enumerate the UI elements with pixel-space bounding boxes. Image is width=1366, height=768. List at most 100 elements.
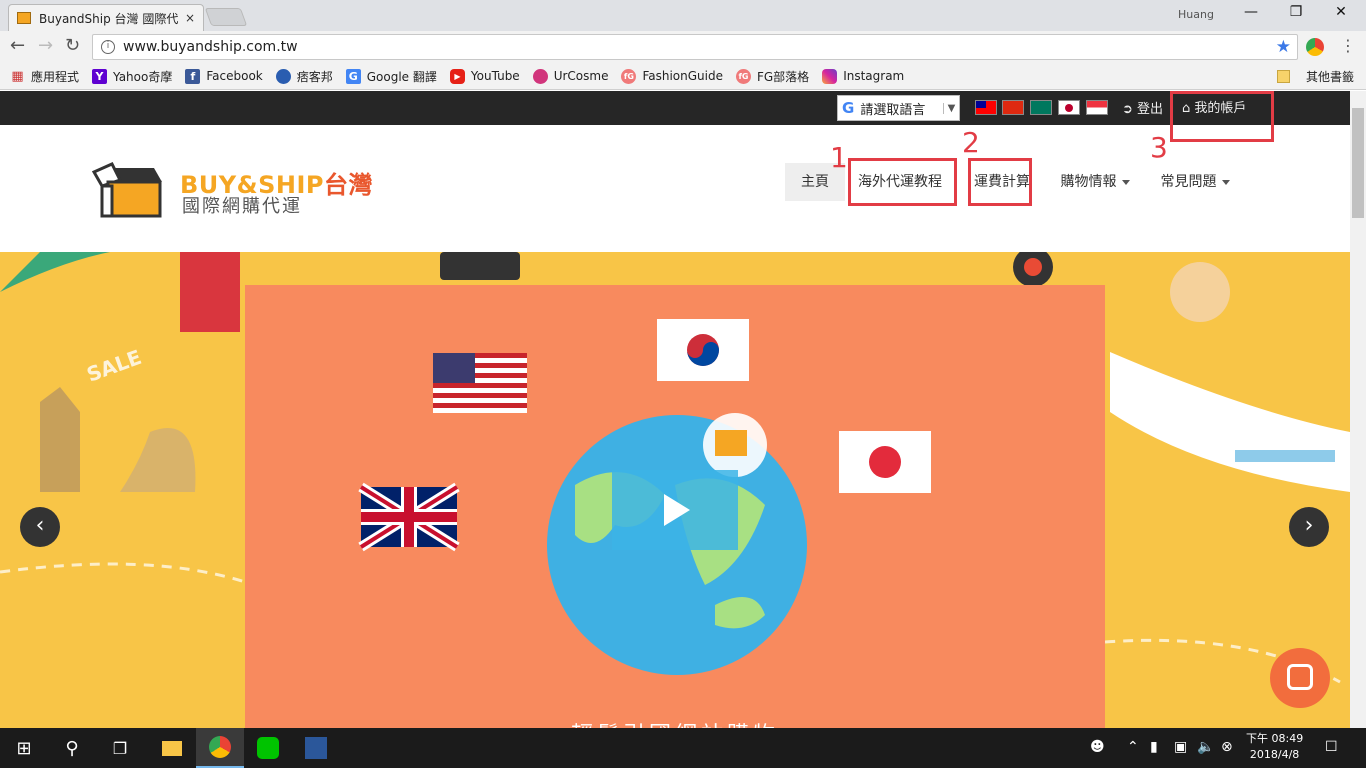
logout-icon: ➲ [1122, 102, 1133, 117]
bookmark-star-icon[interactable]: ★ [1276, 37, 1291, 57]
clock-time: 下午 08:49 [1246, 732, 1304, 745]
box-logo-icon[interactable] [92, 160, 164, 220]
ime-icon[interactable]: ⊗ [1221, 739, 1233, 755]
web-page: G 請選取語言 ▼ ➲ 登出 ⌂ 我的帳戶 BUY&SHIP台灣 國際網購代運 … [0, 91, 1350, 728]
bookmark-pixnet[interactable]: 痞客邦 [275, 68, 333, 85]
japan-flag-icon [839, 431, 931, 493]
play-button[interactable] [612, 470, 738, 550]
fashionguide-icon: fG [621, 68, 637, 84]
nav-faq[interactable]: 常見問題 [1152, 163, 1238, 201]
volume-icon[interactable]: 🔈 [1197, 739, 1214, 755]
bookmark-fashionguide[interactable]: fG FashionGuide [621, 68, 723, 84]
youtube-icon: ▶ [449, 68, 465, 84]
uk-flag-icon [358, 482, 460, 552]
carousel-next-button[interactable]: › [1289, 507, 1329, 547]
nav-label: 常見問題 [1160, 174, 1217, 190]
browser-tab[interactable]: BuyandShip 台灣 國際代 × [8, 4, 204, 31]
dropdown-arrow-icon: ▼ [943, 102, 959, 114]
battery-icon[interactable]: ▮ [1150, 739, 1158, 755]
bookmark-instagram[interactable]: Instagram [822, 68, 905, 84]
task-view-button[interactable]: ❐ [96, 728, 144, 768]
browser-toolbar: ← → ↻ i www.buyandship.com.tw ★ ⋮ [0, 31, 1366, 63]
pixnet-icon [275, 68, 291, 84]
korea-flag-icon [657, 319, 749, 381]
caret-down-icon [1221, 179, 1230, 185]
chevron-left-icon: ‹ [35, 513, 45, 538]
new-tab-button[interactable] [204, 8, 248, 26]
logout-label: 登出 [1137, 102, 1164, 117]
file-explorer-button[interactable] [148, 728, 196, 768]
search-button[interactable]: ⚲ [48, 728, 96, 768]
other-bookmarks[interactable]: 其他書籤 [1276, 68, 1354, 85]
japan-flag-icon[interactable] [1058, 100, 1080, 115]
yahoo-icon: Y [92, 68, 108, 84]
task-view-icon: ❐ [112, 738, 128, 758]
chrome-taskbar-button[interactable] [196, 728, 244, 768]
chevron-up-icon[interactable]: ⌃ [1127, 739, 1139, 755]
window-close-icon[interactable]: ✕ [1326, 4, 1356, 24]
singapore-flag-icon[interactable] [1086, 100, 1108, 115]
back-arrow-icon[interactable]: ← [10, 37, 25, 55]
hero-video[interactable]: 輕鬆引國網站購物 [245, 285, 1105, 728]
url-text[interactable]: www.buyandship.com.tw [123, 39, 1276, 55]
chat-icon [1287, 664, 1313, 690]
hong-kong-flag-icon[interactable] [1002, 100, 1024, 115]
line-app-button[interactable] [244, 728, 292, 768]
start-button[interactable]: ⊞ [0, 728, 48, 768]
other-bookmarks-label: 其他書籤 [1305, 70, 1354, 84]
extension-icon[interactable] [1306, 38, 1324, 56]
play-icon [664, 494, 690, 526]
minimize-icon[interactable]: — [1236, 4, 1266, 24]
bookmark-google-translate[interactable]: G Google 翻譯 [345, 68, 437, 85]
brand-region-text: 台灣 [323, 171, 373, 199]
bookmark-urcosme[interactable]: UrCosme [532, 68, 608, 84]
annotation-number-1: 1 [830, 141, 848, 174]
macau-flag-icon[interactable] [1030, 100, 1052, 115]
menu-kebab-icon[interactable]: ⋮ [1340, 37, 1356, 55]
bookmark-label: Facebook [206, 69, 263, 83]
restore-icon[interactable]: ❐ [1281, 4, 1311, 24]
reload-icon[interactable]: ↻ [65, 37, 80, 55]
bookmark-yahoo[interactable]: Y Yahoo奇摩 [92, 68, 172, 85]
annotation-number-2: 2 [962, 126, 980, 159]
bookmark-label: Instagram [843, 69, 905, 83]
nav-label: 購物情報 [1060, 174, 1117, 190]
nav-shopping-news[interactable]: 購物情報 [1052, 163, 1138, 201]
bookmark-facebook[interactable]: f Facebook [185, 68, 263, 84]
address-bar[interactable]: i www.buyandship.com.tw ★ [92, 34, 1298, 60]
bookmark-apps[interactable]: ▦ 應用程式 [10, 68, 79, 85]
line-icon [257, 737, 279, 759]
notification-icon[interactable]: ☐ [1325, 739, 1338, 755]
forward-arrow-icon[interactable]: → [38, 37, 53, 55]
clock-date: 2018/4/8 [1249, 748, 1300, 761]
folder-icon [162, 740, 182, 756]
language-select[interactable]: G 請選取語言 ▼ [837, 95, 960, 121]
google-translate-icon: G [345, 68, 361, 84]
logout-link[interactable]: ➲ 登出 [1122, 98, 1163, 117]
box-icon [17, 12, 31, 24]
instagram-icon [822, 68, 838, 84]
bookmark-label: Google 翻譯 [366, 69, 437, 84]
network-icon[interactable]: ▣ [1174, 739, 1187, 755]
usa-flag-icon [433, 353, 527, 413]
profile-name[interactable]: Huang [1178, 8, 1214, 21]
tab-close-icon[interactable]: × [185, 11, 195, 25]
hero-caption: 輕鬆引國網站購物 [245, 717, 1105, 728]
bookmark-youtube[interactable]: ▶ YouTube [449, 68, 520, 84]
taskbar-clock[interactable]: 下午 08:49 2018/4/8 [1246, 731, 1303, 763]
annotation-box-1 [848, 158, 957, 206]
word-icon [305, 737, 327, 759]
tab-title: BuyandShip 台灣 國際代 [39, 11, 179, 26]
chat-widget-button[interactable] [1270, 648, 1330, 708]
scrollbar-thumb[interactable] [1352, 108, 1364, 218]
info-icon[interactable]: i [101, 40, 115, 54]
windows-logo-icon: ⊞ [16, 737, 32, 759]
google-icon: G [842, 99, 855, 117]
carousel-prev-button[interactable]: ‹ [20, 507, 60, 547]
word-app-button[interactable] [292, 728, 340, 768]
bookmark-label: FG部落格 [756, 69, 810, 84]
bookmark-fg-blog[interactable]: fG FG部落格 [735, 68, 810, 85]
taiwan-flag-icon[interactable] [975, 100, 997, 115]
people-icon[interactable]: ☻ [1090, 739, 1105, 755]
chevron-right-icon: › [1304, 513, 1314, 538]
